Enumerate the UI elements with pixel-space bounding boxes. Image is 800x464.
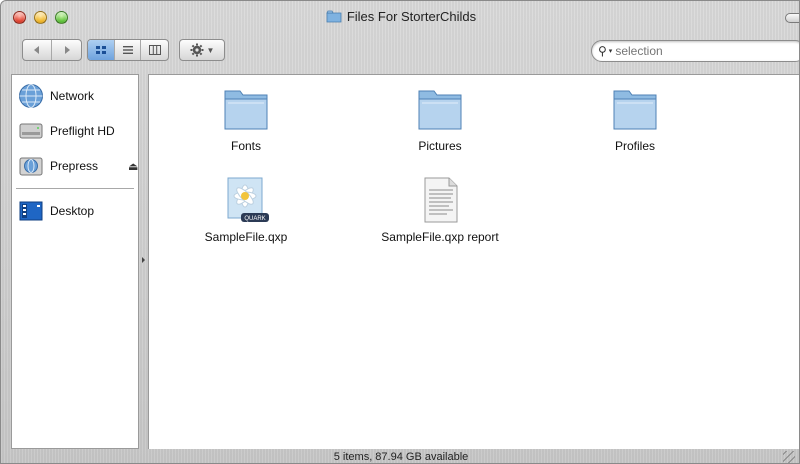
- folder-icon: [613, 90, 657, 130]
- file-item-pictures[interactable]: Pictures: [365, 83, 515, 153]
- chevron-down-icon: ▾: [608, 48, 613, 55]
- eject-icon[interactable]: ⏏: [128, 160, 138, 173]
- icon-view-icon: [95, 46, 106, 54]
- sidebar-item-label: Preflight HD: [50, 124, 115, 138]
- toolbar-toggle-button[interactable]: [785, 13, 799, 23]
- forward-button[interactable]: [52, 40, 81, 60]
- folder-icon: [326, 10, 342, 23]
- sidebar: Network Preflight HD Prepress ⏏ Desktop: [11, 74, 139, 449]
- file-browser-area[interactable]: Fonts Pictures Profiles QUARK SampleFile…: [148, 74, 799, 449]
- sidebar-item-label: Prepress: [50, 159, 99, 173]
- sidebar-item-prepress[interactable]: Prepress ⏏: [18, 151, 138, 181]
- sidebar-item-desktop[interactable]: Desktop: [18, 196, 94, 226]
- action-menu-button[interactable]: ▼: [179, 39, 225, 61]
- icon-view-button[interactable]: [88, 40, 115, 60]
- column-view-button[interactable]: [141, 40, 168, 60]
- finder-window: Files For StorterChilds ▼ ⚲ ▾ selection …: [0, 0, 800, 464]
- search-input[interactable]: [615, 44, 776, 58]
- resize-grip-icon[interactable]: [783, 451, 795, 463]
- column-view-icon: [148, 45, 161, 55]
- hard-drive-icon: [19, 123, 43, 139]
- folder-icon: [224, 90, 268, 130]
- back-forward-control: [22, 39, 82, 61]
- file-name: SampleFile.qxp: [204, 230, 288, 244]
- desktop-icon: [19, 201, 43, 221]
- window-title-group: Files For StorterChilds: [1, 9, 799, 24]
- network-volume-icon: [19, 157, 43, 176]
- status-bar: 5 items, 87.94 GB available: [333, 451, 469, 463]
- list-view-button[interactable]: [115, 40, 142, 60]
- sidebar-divider: [16, 188, 134, 190]
- sidebar-item-network[interactable]: Network: [18, 81, 94, 111]
- sidebar-item-preflight-hd[interactable]: Preflight HD: [18, 116, 115, 146]
- back-arrow-icon: [34, 46, 39, 54]
- list-view-icon: [122, 46, 133, 54]
- file-name: Profiles: [614, 139, 655, 153]
- folder-icon: [418, 90, 462, 130]
- text-document-icon: [424, 177, 458, 223]
- back-button[interactable]: [23, 40, 53, 60]
- quark-badge: QUARK: [244, 216, 265, 222]
- file-item-samplefile-qxp-report[interactable]: SampleFile.qxp report: [365, 176, 515, 244]
- view-mode-control: [87, 39, 169, 61]
- search-icon: ⚲: [598, 44, 607, 58]
- sidebar-resize-handle[interactable]: [141, 257, 146, 263]
- chevron-down-icon: ▼: [206, 45, 215, 55]
- file-name: SampleFile.qxp report: [381, 230, 499, 244]
- toolbar: ▼ ⚲ ▾: [1, 35, 799, 71]
- title-bar[interactable]: Files For StorterChilds: [1, 1, 799, 35]
- sidebar-item-label: Desktop: [50, 204, 95, 218]
- quark-document-icon: QUARK: [227, 177, 269, 222]
- file-name: Pictures: [418, 139, 462, 153]
- action-button-inner[interactable]: ▼: [180, 40, 224, 60]
- network-globe-icon: [19, 84, 43, 108]
- file-item-fonts[interactable]: Fonts: [171, 83, 321, 153]
- file-name: Fonts: [230, 139, 261, 153]
- file-item-samplefile-qxp[interactable]: QUARK SampleFile.qxp: [171, 176, 321, 244]
- file-item-profiles[interactable]: Profiles: [560, 83, 710, 153]
- gear-icon: [190, 43, 204, 57]
- search-field[interactable]: ⚲ ▾: [591, 40, 799, 62]
- sidebar-item-label: Network: [50, 89, 95, 103]
- forward-arrow-icon: [64, 46, 70, 54]
- window-title: Files For StorterChilds: [346, 9, 477, 24]
